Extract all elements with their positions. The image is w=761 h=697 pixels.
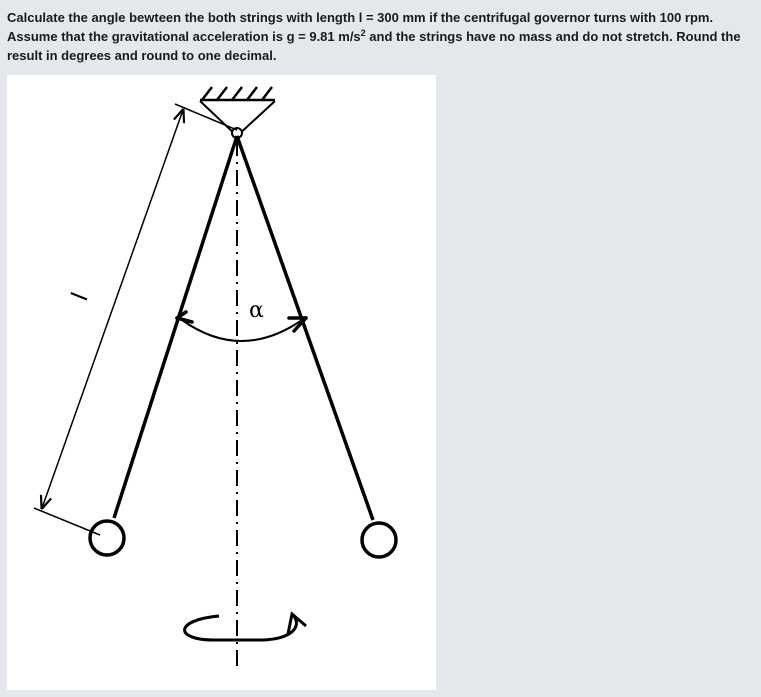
ground-hatching	[200, 86, 275, 102]
question-text: Calculate the angle bewteen the both str…	[7, 8, 757, 65]
governor-diagram-svg: α l	[33, 86, 398, 668]
angle-arc	[181, 319, 303, 342]
angle-label: α	[249, 298, 264, 323]
governor-diagram: α l	[7, 75, 436, 690]
length-label: l	[67, 289, 94, 304]
length-extension-bottom	[33, 507, 101, 536]
right-string	[235, 135, 375, 521]
rotation-arrow	[183, 612, 298, 642]
left-string	[112, 135, 239, 519]
length-dimension-line	[42, 110, 183, 508]
left-mass	[88, 519, 126, 557]
right-mass	[360, 521, 398, 559]
